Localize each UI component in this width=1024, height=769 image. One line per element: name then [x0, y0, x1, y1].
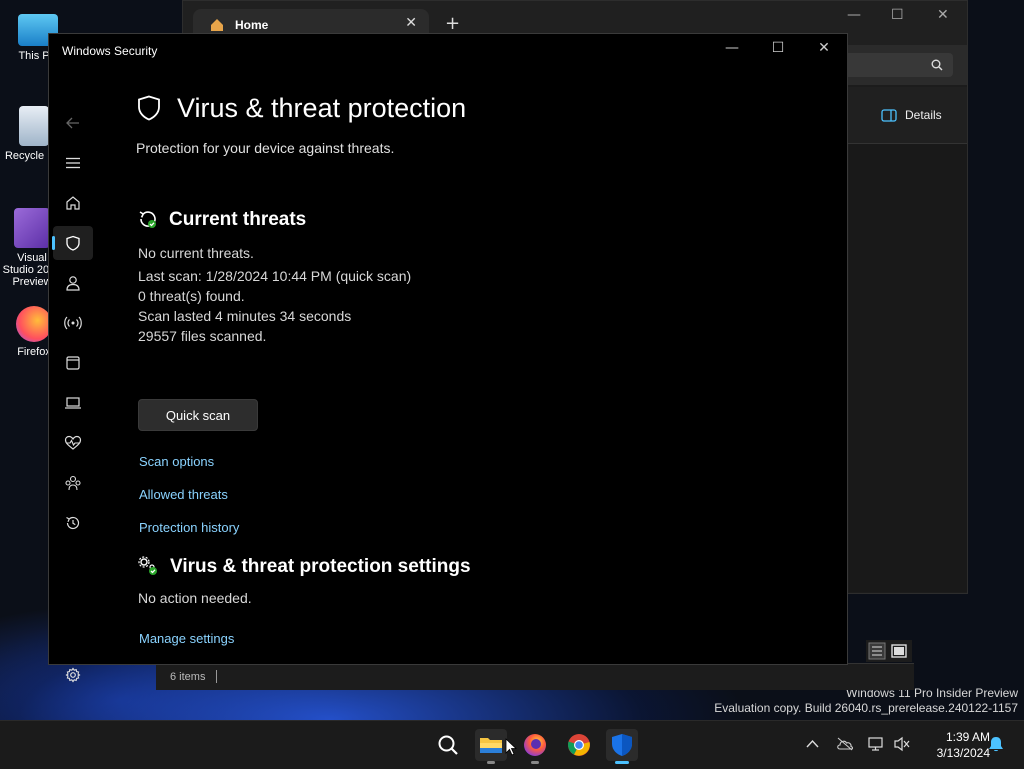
hamburger-menu-icon: [66, 157, 80, 169]
clock-time: 1:39 AM: [945, 730, 990, 744]
laptop-icon: [65, 397, 81, 409]
mouse-cursor-icon: [505, 738, 517, 756]
taskbar: 1:39 AM 3/13/2024: [0, 720, 1024, 769]
main-content: Virus & threat protection Protection for…: [136, 68, 837, 664]
taskbar-file-explorer[interactable]: [475, 729, 507, 764]
taskbar-windows-security[interactable]: [606, 729, 638, 764]
threat-status: No current threats.: [138, 245, 254, 261]
volume-muted-icon[interactable]: [893, 736, 911, 752]
network-icon[interactable]: [867, 736, 885, 752]
explorer-search-box[interactable]: [833, 53, 953, 77]
back-button[interactable]: [53, 106, 93, 140]
chevron-up-icon[interactable]: [806, 739, 819, 748]
recycle-bin-icon: [19, 106, 49, 146]
clock-date: 3/13/2024: [936, 746, 990, 760]
nav-item-app-browser[interactable]: [53, 346, 93, 380]
wifi-antenna-icon: [64, 316, 82, 330]
heart-pulse-icon: [64, 435, 82, 450]
nav-item-device-health[interactable]: [53, 426, 93, 460]
selection-indicator: [52, 236, 55, 250]
search-icon: [931, 59, 943, 71]
desktop-icon-label: Firefox: [17, 346, 51, 358]
family-icon: [65, 475, 81, 491]
page-subtitle: Protection for your device against threa…: [136, 140, 395, 156]
shield-icon: [138, 95, 160, 121]
shield-icon: [66, 235, 80, 251]
app-browser-icon: [66, 356, 80, 370]
item-count: 6 items: [170, 671, 206, 683]
running-indicator: [531, 761, 539, 764]
maximize-button[interactable]: ☐: [755, 40, 801, 62]
threats-found: 0 threat(s) found.: [138, 288, 245, 304]
window-title: Windows Security: [62, 44, 158, 58]
firefox-icon: [524, 734, 546, 756]
shield-icon: [612, 734, 632, 756]
tiles-view-icon[interactable]: [890, 642, 908, 660]
settings-status: No action needed.: [138, 590, 252, 606]
details-button[interactable]: Details: [905, 108, 942, 122]
minimize-button[interactable]: —: [709, 40, 755, 62]
explorer-status-bar: 6 items: [156, 663, 914, 690]
home-icon: [211, 19, 223, 31]
nav-item-protection-history[interactable]: [53, 506, 93, 540]
settings-heading: Virus & threat protection settings: [170, 556, 471, 577]
navigation-rail: [49, 68, 97, 683]
nav-item-account-protection[interactable]: [53, 266, 93, 300]
close-icon[interactable]: ✕: [405, 15, 417, 31]
nav-item-device-security[interactable]: [53, 386, 93, 420]
search-icon: [438, 735, 458, 755]
menu-button[interactable]: [53, 146, 93, 180]
title-bar: Windows Security — ☐ ✕: [49, 34, 847, 68]
close-button[interactable]: ✕: [937, 7, 949, 23]
nav-item-family-options[interactable]: [53, 466, 93, 500]
nav-item-virus-protection[interactable]: [52, 226, 93, 260]
notification-bell-icon[interactable]: [988, 736, 1004, 753]
allowed-threats-link[interactable]: Allowed threats: [139, 487, 228, 502]
taskbar-clock[interactable]: 1:39 AM 3/13/2024: [918, 729, 990, 761]
windows-security-window[interactable]: Windows Security — ☐ ✕ Virus & threat pr…: [48, 33, 848, 683]
taskbar-search-button[interactable]: [432, 729, 464, 761]
scan-duration: Scan lasted 4 minutes 34 seconds: [138, 308, 352, 324]
list-view-icon[interactable]: [868, 642, 886, 660]
details-pane-icon: [881, 109, 897, 122]
folder-icon: [480, 738, 502, 753]
back-arrow-icon: [66, 117, 79, 129]
explorer-tab-title: Home: [235, 18, 269, 32]
history-icon: [66, 516, 80, 530]
nav-item-home[interactable]: [53, 186, 93, 220]
gear-icon: [65, 667, 81, 683]
maximize-button[interactable]: ☐: [891, 7, 904, 23]
active-indicator: [615, 761, 629, 764]
running-indicator: [487, 761, 495, 764]
taskbar-firefox[interactable]: [519, 729, 551, 764]
taskbar-chrome[interactable]: [563, 729, 595, 761]
person-icon: [66, 276, 80, 291]
gears-check-icon: [138, 556, 157, 575]
firefox-icon: [16, 306, 52, 342]
visual-studio-icon: [14, 208, 50, 248]
view-toggle-group: [866, 640, 912, 662]
last-scan-info: Last scan: 1/28/2024 10:44 PM (quick sca…: [138, 268, 412, 284]
watermark-line-2: Evaluation copy. Build 26040.rs_prerelea…: [714, 701, 1018, 715]
status-divider: [216, 670, 217, 683]
chrome-icon: [568, 734, 590, 756]
history-check-icon: [139, 211, 156, 228]
files-scanned: 29557 files scanned.: [138, 328, 267, 344]
nav-item-firewall[interactable]: [53, 306, 93, 340]
manage-settings-link[interactable]: Manage settings: [139, 631, 234, 646]
quick-scan-button[interactable]: Quick scan: [138, 399, 258, 431]
home-icon: [66, 196, 80, 210]
close-button[interactable]: ✕: [801, 40, 847, 62]
protection-history-link[interactable]: Protection history: [139, 520, 239, 535]
page-title: Virus & threat protection: [177, 93, 467, 123]
windows-watermark: Windows 11 Pro Insider Preview Evaluatio…: [714, 686, 1018, 716]
settings-button[interactable]: [53, 658, 93, 692]
minimize-button[interactable]: —: [847, 7, 861, 23]
scan-options-link[interactable]: Scan options: [139, 454, 214, 469]
current-threats-heading: Current threats: [169, 209, 307, 230]
explorer-details-pane: [849, 144, 967, 592]
onedrive-offline-icon[interactable]: [836, 737, 854, 751]
new-tab-button[interactable]: +: [445, 13, 460, 34]
